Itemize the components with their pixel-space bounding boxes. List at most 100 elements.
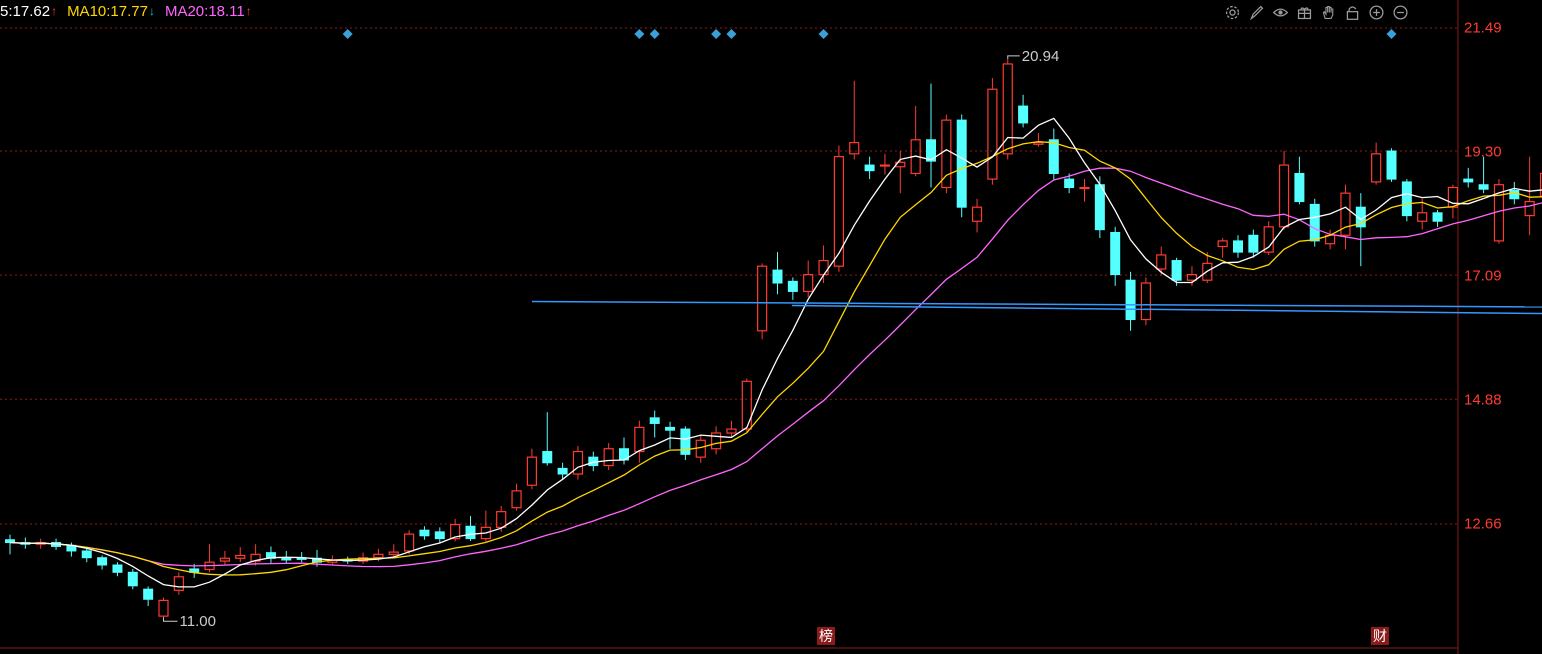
- ma20-arrow: ↑: [245, 4, 252, 18]
- ma20-indicator: MA20: 18.11 ↑: [165, 3, 252, 20]
- lock-icon[interactable]: [1342, 2, 1362, 22]
- trend-line: [531, 300, 1542, 308]
- candle-down: [1294, 172, 1305, 203]
- settings-icon[interactable]: [1222, 2, 1242, 22]
- candle-up: [726, 428, 737, 434]
- signal-diamond: [726, 29, 737, 39]
- ma5-value: 17.62: [12, 2, 51, 20]
- price-axis-label: 19.30: [1464, 143, 1502, 161]
- hand-icon[interactable]: [1318, 2, 1338, 22]
- candle-up: [1156, 254, 1167, 270]
- candle-down: [1125, 279, 1136, 321]
- candle-up: [971, 206, 983, 222]
- candle-down: [1110, 231, 1121, 276]
- candle-down: [1463, 178, 1474, 183]
- ma20-value: 18.11: [208, 2, 245, 20]
- candle-up: [1371, 153, 1382, 183]
- candlestick-chart[interactable]: 20.94 11.00: [0, 0, 1542, 654]
- candle-up: [496, 511, 507, 528]
- candle-up: [404, 533, 415, 552]
- candle-up: [741, 380, 752, 430]
- candle-down: [680, 428, 691, 455]
- ma5-arrow: ↑: [51, 4, 58, 18]
- low-pointer: [163, 617, 178, 622]
- ma10-arrow: ↓: [148, 4, 155, 18]
- signal-diamond: [818, 29, 829, 39]
- candle-down: [1048, 139, 1059, 174]
- candle-down: [143, 588, 154, 600]
- draw-pen-icon[interactable]: [1246, 2, 1266, 22]
- candle-up: [1033, 141, 1044, 145]
- price-axis-label: 17.09: [1464, 267, 1502, 285]
- ranking-marker[interactable]: 榜: [817, 627, 835, 645]
- candle-up: [1217, 240, 1228, 248]
- candle-down: [1432, 212, 1443, 222]
- candle-up: [1417, 212, 1428, 222]
- finance-marker[interactable]: 财: [1371, 627, 1389, 645]
- candle-up: [603, 448, 614, 467]
- ma20-label: MA20:: [164, 2, 209, 20]
- signal-diamond: [649, 29, 660, 39]
- ma10-indicator: MA10: 17.77 ↓: [67, 3, 155, 20]
- candle-up: [833, 156, 845, 267]
- signal-diamond: [634, 29, 645, 39]
- eye-icon[interactable]: [1270, 2, 1290, 22]
- candle-down: [1509, 189, 1520, 200]
- candle-down: [296, 557, 307, 560]
- candle-up: [879, 164, 891, 167]
- ma5-indicator: 5: 17.62 ↑: [0, 3, 57, 20]
- candle-down: [281, 557, 292, 561]
- candle-down: [1248, 234, 1259, 253]
- candle-down: [542, 451, 553, 464]
- candle-down: [665, 426, 676, 431]
- candle-up: [511, 490, 522, 509]
- candle-down: [465, 525, 476, 540]
- signal-diamond: [711, 29, 722, 39]
- candle-down: [1233, 240, 1243, 253]
- candle-down: [956, 119, 967, 208]
- price-axis-label: 12.66: [1464, 515, 1502, 533]
- candle-up: [526, 456, 538, 486]
- candle-up: [1278, 164, 1290, 228]
- candle-up: [695, 439, 706, 458]
- candle-down: [1386, 150, 1397, 180]
- candle-down: [772, 269, 783, 284]
- moving-average-legend: 5: 17.62 ↑ MA10: 17.77 ↓ MA20: 18.11 ↑: [0, 0, 252, 22]
- candle-down: [1401, 181, 1412, 217]
- candle-up: [1079, 186, 1090, 190]
- price-axis-label: 21.49: [1464, 19, 1502, 37]
- signal-diamond: [1386, 29, 1397, 39]
- ma10-value: 17.77: [110, 2, 148, 20]
- candle-up: [941, 119, 952, 189]
- candle-up: [572, 450, 584, 475]
- price-axis-label: 14.88: [1464, 391, 1502, 409]
- candle-up: [388, 551, 399, 555]
- candle-up: [158, 599, 169, 617]
- candle-down: [1171, 260, 1182, 281]
- high-price-label: 20.94: [1022, 48, 1060, 65]
- candle-up: [1140, 282, 1152, 321]
- gift-icon[interactable]: [1294, 2, 1314, 22]
- candle-up: [634, 426, 645, 453]
- candle-up: [219, 557, 230, 562]
- candle-up: [235, 554, 246, 559]
- zoom-out-icon[interactable]: [1390, 2, 1410, 22]
- ma10-label: MA10:: [67, 2, 111, 20]
- candle-down: [419, 529, 430, 537]
- candle-up: [849, 141, 860, 155]
- ma5-line: [9, 117, 1542, 588]
- low-price-label: 11.00: [180, 613, 216, 630]
- candle-down: [1064, 178, 1075, 189]
- candle-up: [818, 259, 829, 276]
- ma5-label: 5:: [0, 2, 13, 20]
- signal-diamond: [342, 29, 353, 39]
- candle-up: [373, 553, 384, 559]
- zoom-in-icon[interactable]: [1366, 2, 1386, 22]
- candle-up: [987, 88, 998, 180]
- candle-up: [1002, 63, 1013, 155]
- candle-down: [81, 550, 92, 559]
- candle-down: [1094, 184, 1105, 231]
- candle-down: [112, 564, 123, 573]
- candle-up: [803, 273, 814, 293]
- candle-down: [1309, 203, 1320, 242]
